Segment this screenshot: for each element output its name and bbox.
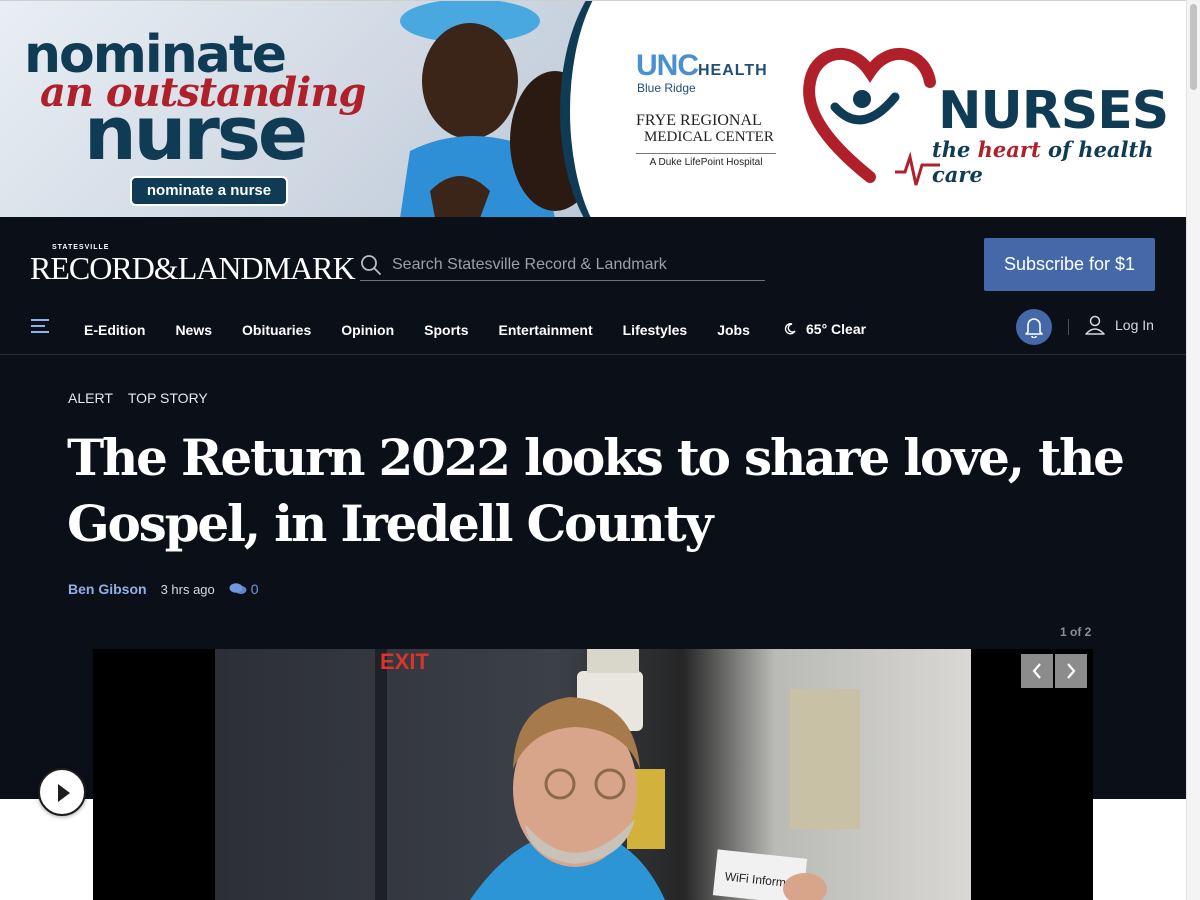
login-label: Log In [1115, 317, 1154, 333]
tagline-highlight: heart [977, 137, 1041, 162]
subscribe-button[interactable]: Subscribe for $1 [984, 238, 1155, 291]
article-tags: ALERT TOP STORY [68, 390, 223, 406]
nav-divider [1068, 319, 1069, 335]
weather-widget[interactable]: 65° Clear [784, 321, 866, 337]
gallery-prev-button[interactable] [1021, 654, 1053, 688]
heart-logo-icon [803, 48, 940, 186]
chevron-left-icon [1032, 663, 1041, 679]
search-input[interactable] [392, 253, 762, 277]
ad-headline-3: nurse [84, 91, 308, 177]
nav-item-sports[interactable]: Sports [424, 322, 468, 338]
tag-top-story[interactable]: TOP STORY [128, 390, 208, 406]
nav-item-e-edition[interactable]: E-Edition [84, 322, 145, 338]
article-headline: The Return 2022 looks to share love, the… [67, 428, 1125, 553]
nurses-title: NURSES [938, 81, 1169, 141]
unc-health-text: HEALTH [698, 62, 768, 79]
bell-icon [1025, 318, 1043, 338]
nominate-nurse-button[interactable]: nominate a nurse [130, 176, 288, 206]
scrollbar-thumb[interactable] [1190, 4, 1197, 90]
nurses-tagline: the heart of health care [932, 137, 1186, 187]
main-nav: E-Edition News Obituaries Opinion Sports… [0, 305, 1186, 355]
notifications-button[interactable] [1016, 309, 1052, 345]
article-photo-gallery[interactable]: EXIT WiFi Information [93, 649, 1093, 900]
nav-item-jobs[interactable]: Jobs [717, 322, 750, 338]
photo-scene: EXIT WiFi Information [375, 649, 860, 900]
blue-ridge-text: Blue Ridge [637, 81, 696, 95]
tagline-pre: the [932, 137, 978, 162]
search-bar[interactable] [360, 251, 765, 281]
vertical-scrollbar[interactable] [1186, 0, 1200, 900]
article-byline: Ben Gibson 3 hrs ago 0 [68, 581, 259, 597]
nav-item-news[interactable]: News [175, 322, 212, 338]
ad-divider-curve [560, 1, 720, 217]
ad-nurse-illustration [400, 1, 590, 217]
banner-ad[interactable]: nominate an outstanding nurse nominate a… [0, 0, 1186, 217]
comments-link[interactable]: 0 [229, 581, 259, 597]
weather-text: 65° Clear [806, 321, 867, 337]
gallery-next-button[interactable] [1055, 654, 1087, 688]
frye-line-2: MEDICAL CENTER [644, 129, 774, 145]
nav-item-opinion[interactable]: Opinion [341, 322, 394, 338]
comment-count: 0 [250, 581, 259, 597]
duke-lifepoint-text: A Duke LifePoint Hospital [636, 153, 776, 168]
audio-play-button[interactable] [38, 768, 86, 816]
comment-icon [229, 583, 247, 594]
photo-exit-sign: EXIT [380, 649, 429, 674]
publish-time: 3 hrs ago [160, 581, 215, 597]
moon-icon [784, 323, 796, 335]
unc-logo-text: UNC [636, 49, 699, 82]
login-link[interactable]: Log In [1085, 315, 1154, 335]
nav-list: E-Edition News Obituaries Opinion Sports… [84, 305, 780, 355]
chevron-right-icon [1067, 663, 1076, 679]
gallery-counter: 1 of 2 [1060, 625, 1092, 639]
nav-item-obituaries[interactable]: Obituaries [242, 322, 311, 338]
unc-health-logo: UNCHEALTH [636, 49, 768, 83]
article-photo: EXIT WiFi Information [215, 649, 971, 900]
play-icon [58, 784, 70, 802]
logo-main-text: RECORD&LANDMARK [30, 250, 356, 286]
frye-line-1: FRYE REGIONAL [636, 112, 762, 129]
user-icon [1085, 315, 1105, 335]
hamburger-icon[interactable] [31, 318, 49, 334]
search-icon[interactable] [360, 254, 382, 276]
author-link[interactable]: Ben Gibson [68, 581, 147, 597]
tag-alert[interactable]: ALERT [68, 390, 113, 406]
nav-item-entertainment[interactable]: Entertainment [499, 322, 593, 338]
nav-item-lifestyles[interactable]: Lifestyles [623, 322, 688, 338]
